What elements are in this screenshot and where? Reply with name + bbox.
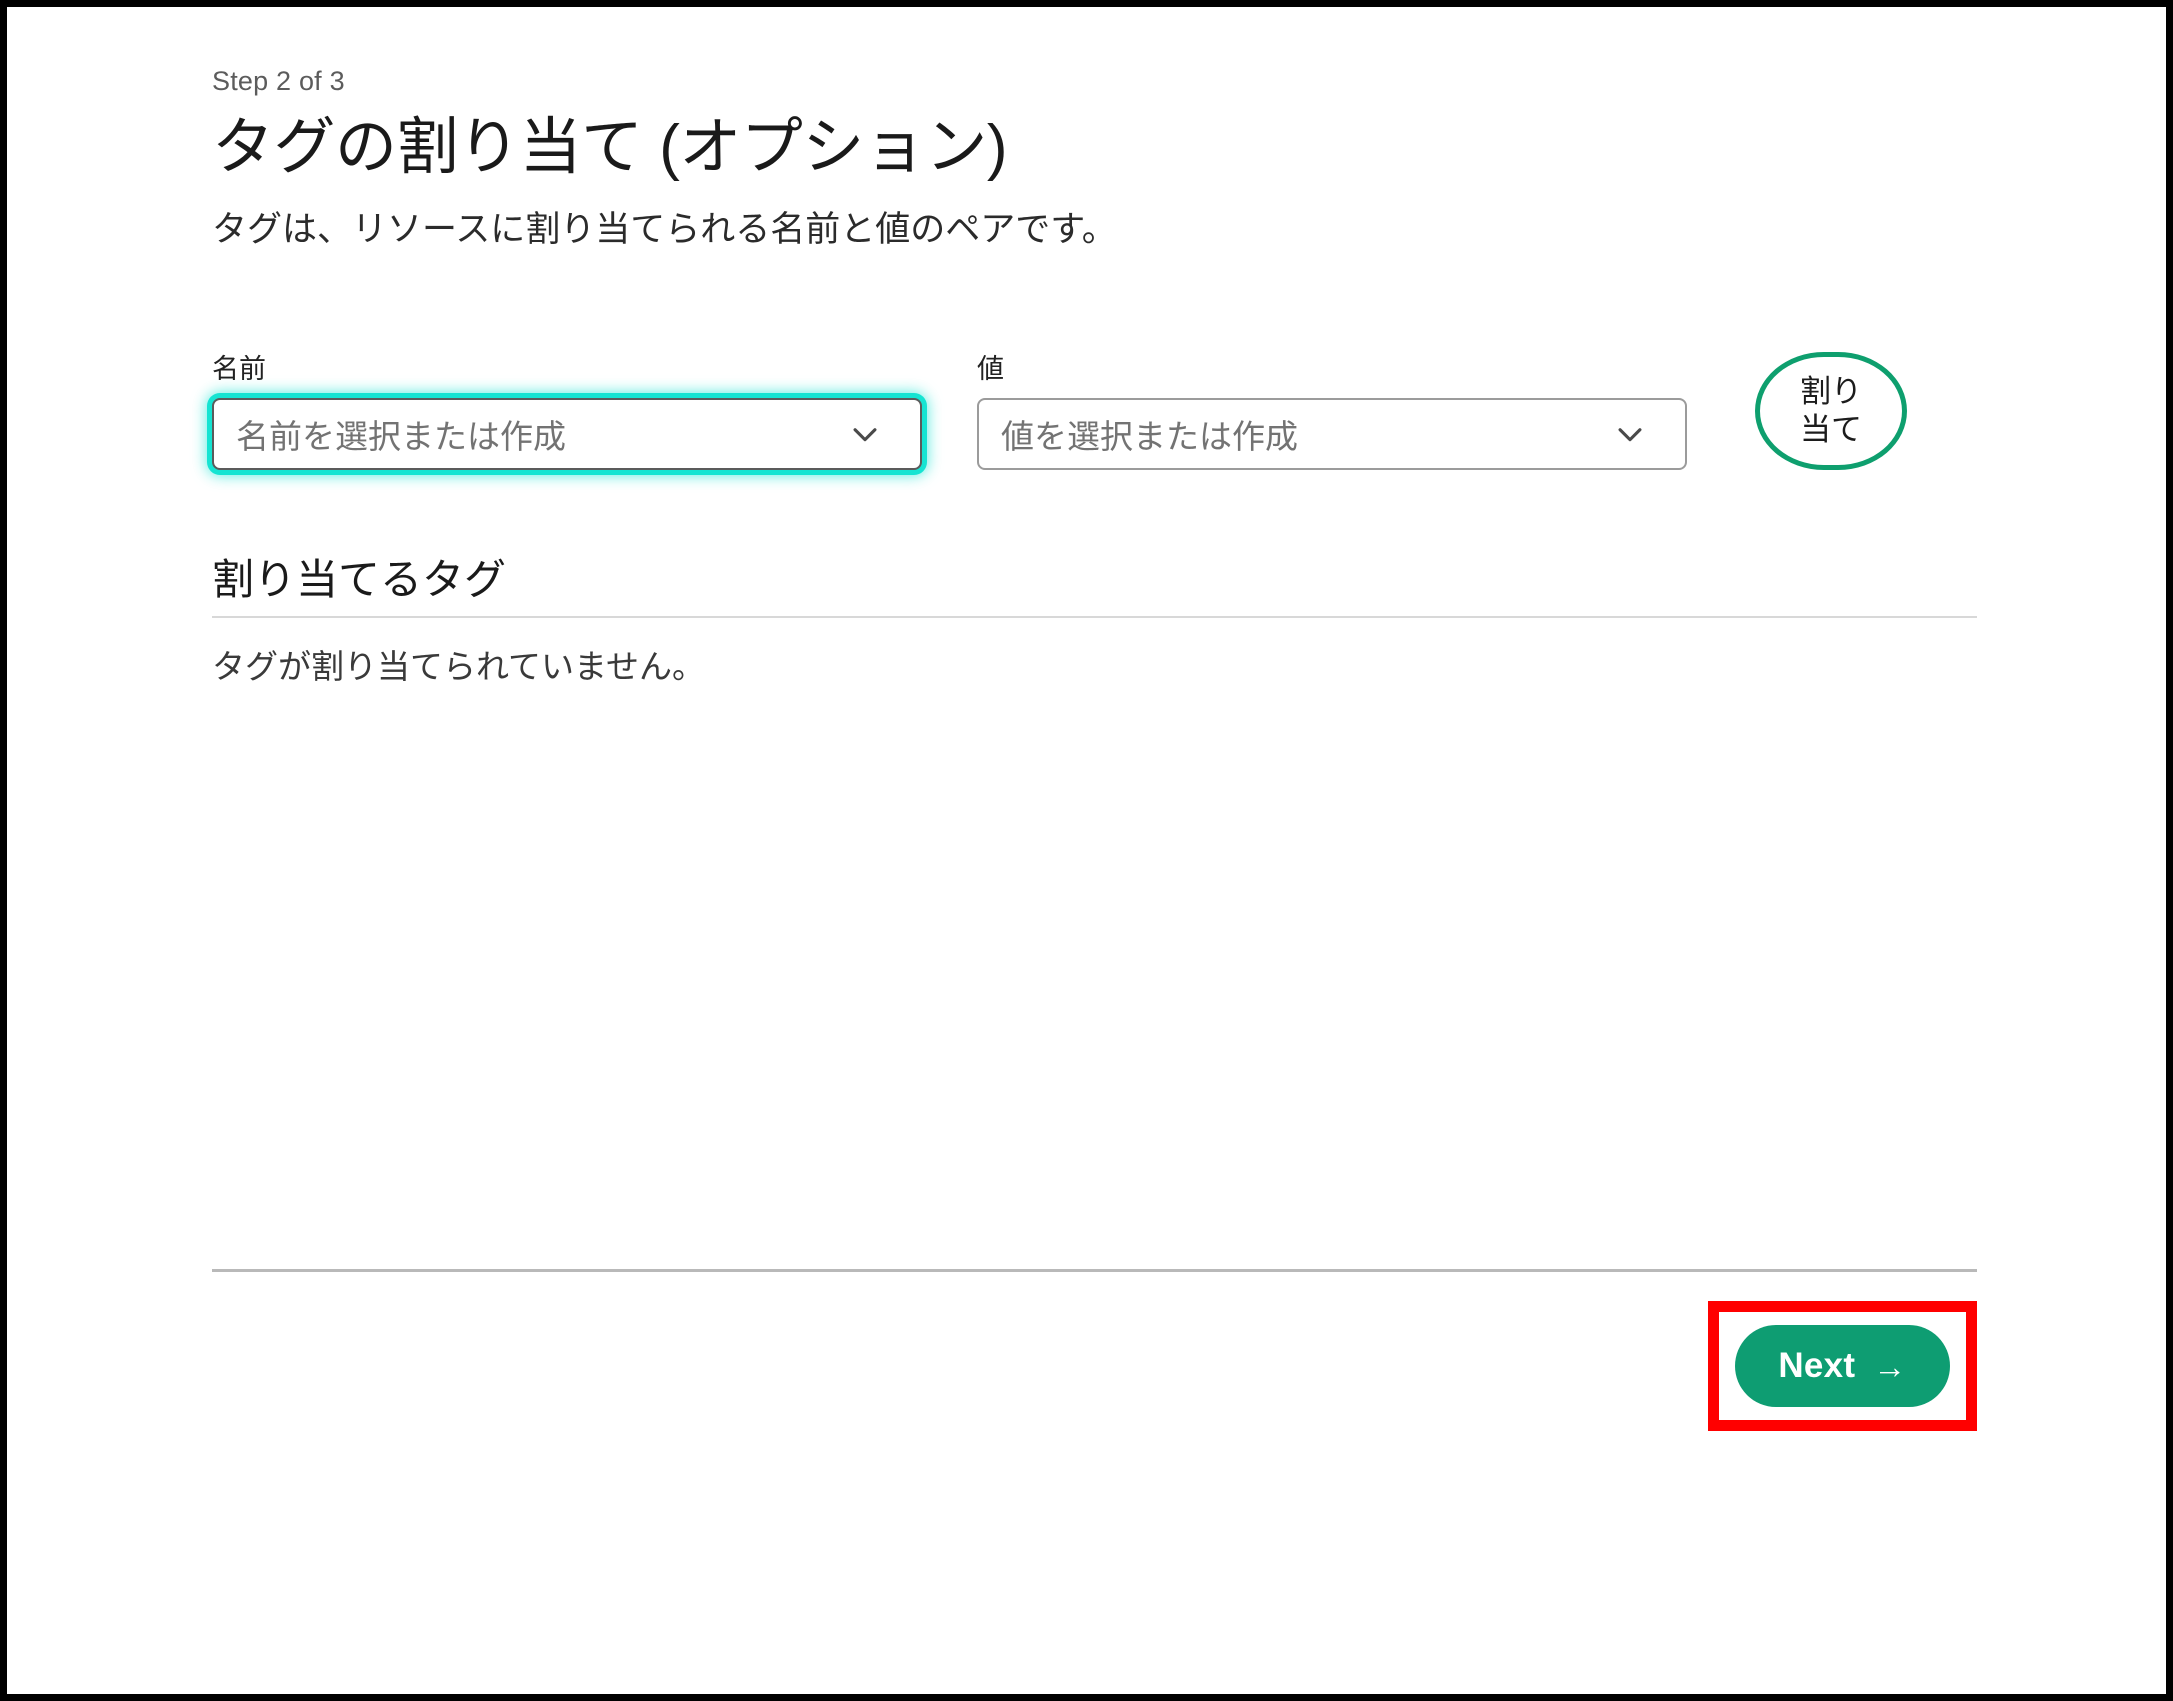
value-select-shell: 値を選択または作成 bbox=[977, 397, 1687, 470]
chevron-down-icon bbox=[1613, 417, 1647, 451]
next-button-highlight: Next → bbox=[1708, 1301, 1977, 1431]
name-select[interactable]: 名前を選択または作成 bbox=[212, 397, 922, 470]
wizard-page: Step 2 of 3 タグの割り当て (オプション) タグは、リソースに割り当… bbox=[212, 7, 1977, 1694]
name-field-group: 名前 名前を選択または作成 bbox=[212, 353, 922, 470]
tag-entry-row: 名前 名前を選択または作成 値 値を選択または作成 割り 当て bbox=[212, 351, 1977, 470]
page-title: タグの割り当て (オプション) bbox=[212, 113, 1008, 183]
name-select-shell: 名前を選択または作成 bbox=[212, 397, 922, 470]
footer-divider bbox=[212, 1269, 1977, 1272]
wizard-step-label: Step 2 of 3 bbox=[212, 66, 345, 96]
footer-actions: Next → bbox=[212, 1301, 1977, 1431]
value-field-group: 値 値を選択または作成 bbox=[977, 353, 1687, 470]
value-field-label: 値 bbox=[977, 354, 1004, 385]
assign-button-label-line2: 当て bbox=[1800, 411, 1862, 447]
next-button-label: Next bbox=[1778, 1346, 1856, 1385]
next-button[interactable]: Next → bbox=[1735, 1325, 1950, 1407]
assign-tag-button[interactable]: 割り 当て bbox=[1755, 351, 1907, 470]
page-description: タグは、リソースに割り当てられる名前と値のペアです。 bbox=[212, 209, 1117, 249]
name-field-label: 名前 bbox=[212, 354, 266, 385]
assigned-tags-empty-message: タグが割り当てられていません。 bbox=[212, 648, 706, 686]
name-select-placeholder: 名前を選択または作成 bbox=[236, 417, 566, 455]
arrow-right-icon: → bbox=[1873, 1347, 1907, 1385]
assign-button-label-line1: 割り bbox=[1800, 373, 1862, 409]
assigned-tags-divider bbox=[212, 616, 1977, 619]
chevron-down-icon bbox=[848, 417, 882, 451]
screenshot-frame: Step 2 of 3 タグの割り当て (オプション) タグは、リソースに割り当… bbox=[0, 0, 2173, 1701]
value-select[interactable]: 値を選択または作成 bbox=[977, 397, 1687, 470]
assigned-tags-heading: 割り当てるタグ bbox=[212, 555, 507, 603]
value-select-placeholder: 値を選択または作成 bbox=[1001, 417, 1298, 455]
assigned-tags-section: 割り当てるタグ タグが割り当てられていません。 bbox=[212, 554, 1977, 691]
